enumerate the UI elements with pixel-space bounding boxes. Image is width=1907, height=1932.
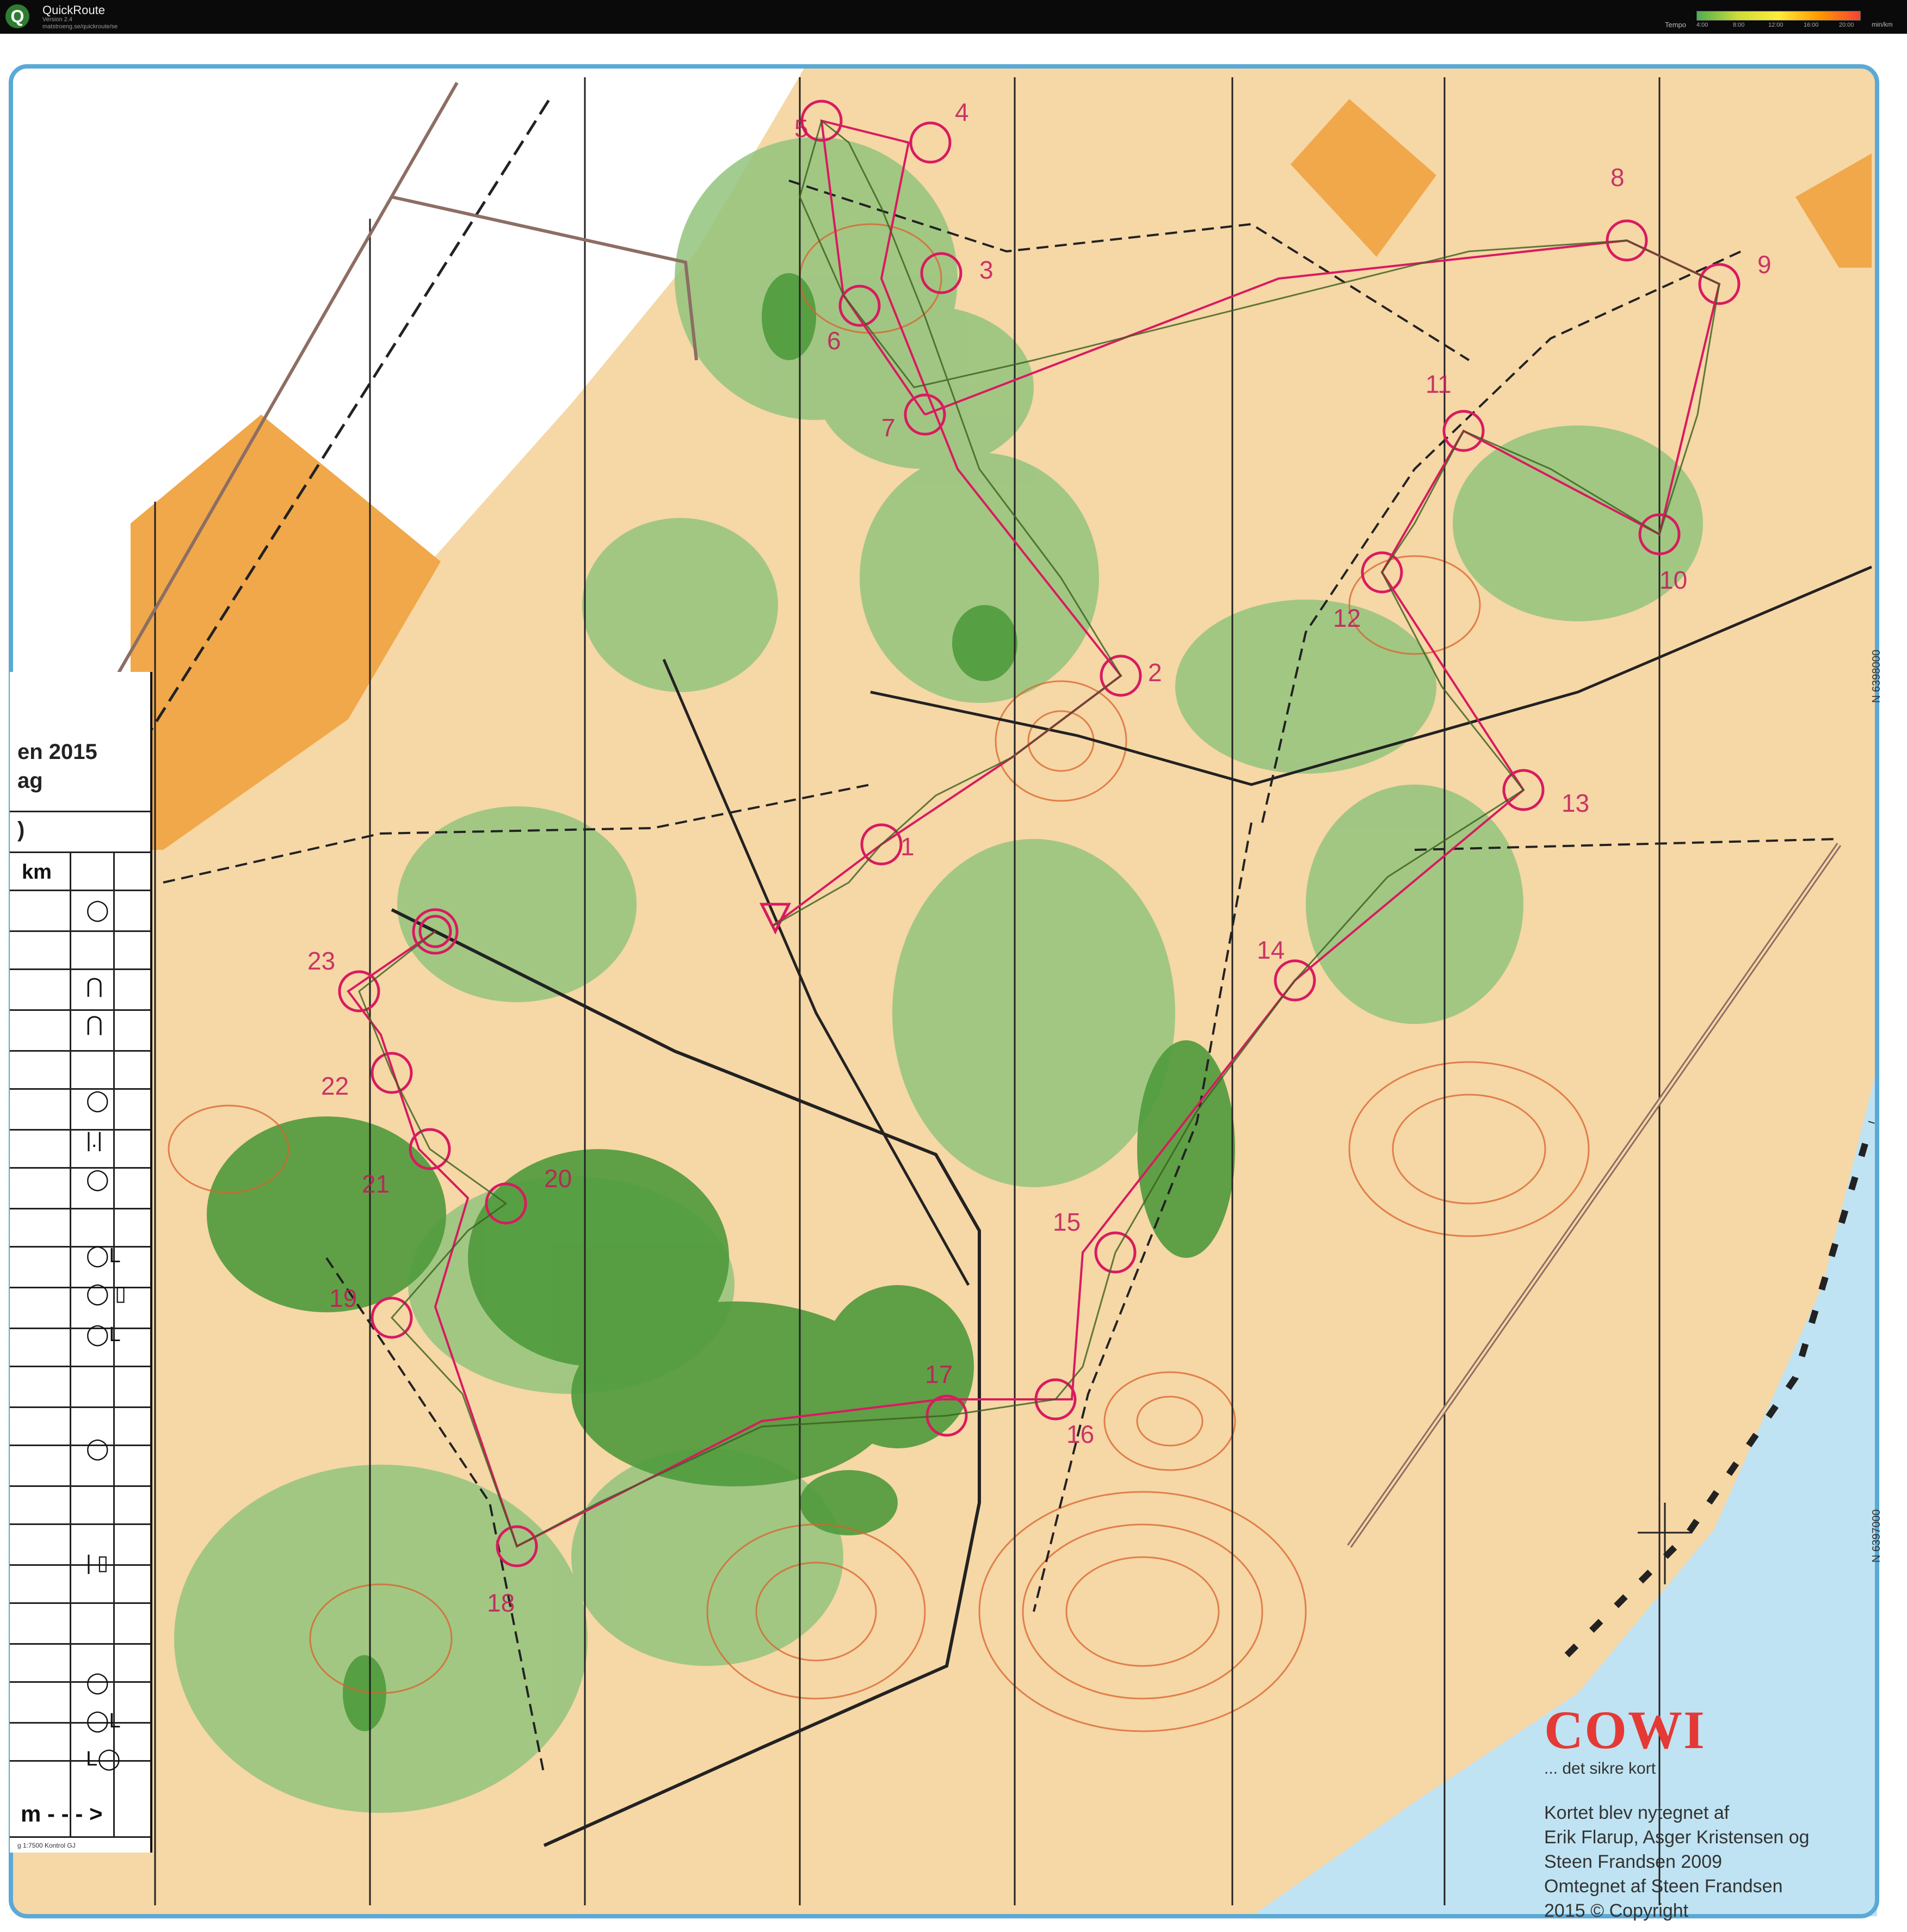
map-credits: COWI ... det sikre kort Kortet blev nyte… (1544, 1703, 1810, 1923)
control-number: 15 (1053, 1208, 1081, 1236)
sheet-divider (10, 1722, 150, 1724)
sheet-footnote: g 1:7500 Kontrol GJ (17, 1842, 76, 1849)
credit-line: Kortet blev nytegnet af (1544, 1803, 1730, 1823)
sheet-divider (10, 1287, 150, 1288)
feature-symbol-icon: ◯L (86, 1323, 121, 1346)
control-number: 4 (955, 98, 969, 126)
feature-symbol-icon: ◯L (86, 1709, 121, 1732)
tempo-tick: 4:00 (1696, 22, 1708, 28)
credit-line: Omtegnet af Steen Frandsen (1544, 1876, 1783, 1897)
orienteering-map[interactable]: 1 2 3 4 5 6 7 8 9 10 11 12 13 14 15 16 1… (0, 34, 1907, 1932)
tempo-tick: 16:00 (1804, 22, 1819, 28)
tempo-unit: min/km (1872, 21, 1893, 28)
quickroute-logo-icon: Q (5, 4, 29, 28)
app-url: matstroeng.se/quickroute/se (42, 23, 118, 30)
finish-arrow: m - - - > (21, 1801, 103, 1826)
sheet-divider (10, 1088, 150, 1090)
control-number: 5 (794, 114, 809, 143)
sheet-divider (10, 1246, 150, 1248)
feature-symbol-icon: ◯ ▯ (86, 1282, 126, 1305)
feature-symbol-icon: ◯ (86, 899, 109, 922)
tempo-tick: 20:00 (1839, 22, 1854, 28)
control-number: 22 (321, 1072, 349, 1100)
control-description-sheet: en 2015 ag ) km ◯ ⋂ ⋂ ◯ |.| ◯ ◯L ◯ ▯ ◯L … (10, 672, 152, 1853)
control-number: 16 (1066, 1420, 1094, 1448)
control-number: 17 (925, 1360, 953, 1388)
tempo-label: Tempo (1665, 21, 1687, 29)
sheet-divider (10, 851, 150, 853)
sheet-title: en 2015 (17, 740, 97, 764)
feature-symbol-icon: L◯ (86, 1748, 121, 1770)
sheet-divider (10, 1208, 150, 1209)
sheet-divider (10, 1366, 150, 1367)
app-title: QuickRoute (42, 3, 105, 17)
control-number: 21 (362, 1170, 390, 1198)
tempo-tick: 8:00 (1733, 22, 1745, 28)
feature-symbol-icon: ⋂ (86, 975, 103, 998)
tempo-tick: 12:00 (1768, 22, 1783, 28)
control-number: 8 (1610, 163, 1625, 192)
credit-line: Erik Flarup, Asger Kristensen og (1544, 1827, 1810, 1848)
feature-symbol-icon: | ▯ (86, 1552, 109, 1575)
sheet-subtitle: ) (17, 818, 25, 842)
sheet-divider (10, 1009, 150, 1011)
sheet-divider (10, 1485, 150, 1487)
grid-label: N 6398000 (1871, 650, 1883, 703)
control-number: 6 (827, 326, 841, 355)
control-number: 19 (329, 1284, 357, 1312)
feature-symbol-icon: ◯L (86, 1244, 121, 1267)
control-number: 18 (487, 1589, 515, 1617)
cowi-logo: COWI (1544, 1700, 1706, 1760)
sheet-divider (10, 1523, 150, 1525)
sheet-divider (10, 1406, 150, 1408)
control-number: 20 (544, 1164, 572, 1193)
feature-symbol-icon: ◯ (86, 1089, 109, 1112)
sheet-divider (10, 1167, 150, 1169)
sheet-km-header: km (22, 861, 52, 884)
sheet-divider (10, 1445, 150, 1446)
sheet-divider (10, 1050, 150, 1052)
feature-symbol-icon: ◯ (86, 1671, 109, 1694)
title-bar: Q QuickRoute Version 2.4 matstroeng.se/q… (0, 0, 1907, 34)
sheet-divider (10, 1602, 150, 1604)
control-number: 2 (1148, 658, 1162, 687)
control-number: 10 (1659, 566, 1687, 594)
control-number: 9 (1757, 250, 1772, 279)
sheet-divider (10, 1328, 150, 1329)
sheet-subtitle: ag (17, 769, 43, 793)
control-number: 23 (307, 947, 335, 975)
app-version: Version 2.4 (42, 16, 73, 23)
sheet-divider (10, 1643, 150, 1645)
sheet-divider (10, 968, 150, 970)
sheet-divider (10, 1760, 150, 1762)
sheet-divider (10, 1129, 150, 1131)
feature-symbol-icon: ⋂ (86, 1013, 103, 1036)
feature-symbol-icon: ◯ (86, 1168, 109, 1191)
control-number: 11 (1425, 370, 1452, 398)
sheet-divider (10, 1681, 150, 1683)
control-number: 12 (1333, 604, 1361, 632)
sheet-divider (10, 1836, 150, 1838)
sheet-column-line (70, 851, 71, 1836)
credit-line: Steen Frandsen 2009 (1544, 1851, 1723, 1872)
control-number: 13 (1562, 789, 1589, 817)
feature-symbol-icon: ◯ (86, 1437, 109, 1460)
cowi-tagline: ... det sikre kort (1544, 1760, 1656, 1777)
sheet-divider (10, 811, 150, 812)
grid-label: N 6397000 (1871, 1509, 1883, 1563)
control-number: 1 (900, 832, 915, 861)
sheet-divider (10, 890, 150, 891)
sheet-divider (10, 930, 150, 932)
control-number: 7 (881, 413, 896, 442)
sheet-divider (10, 1564, 150, 1566)
control-number: 3 (979, 256, 993, 284)
control-number: 14 (1257, 936, 1285, 964)
credit-line: 2015 © Copyright (1544, 1900, 1689, 1921)
tempo-color-scale (1696, 11, 1861, 21)
feature-symbol-icon: |.| (86, 1129, 103, 1152)
